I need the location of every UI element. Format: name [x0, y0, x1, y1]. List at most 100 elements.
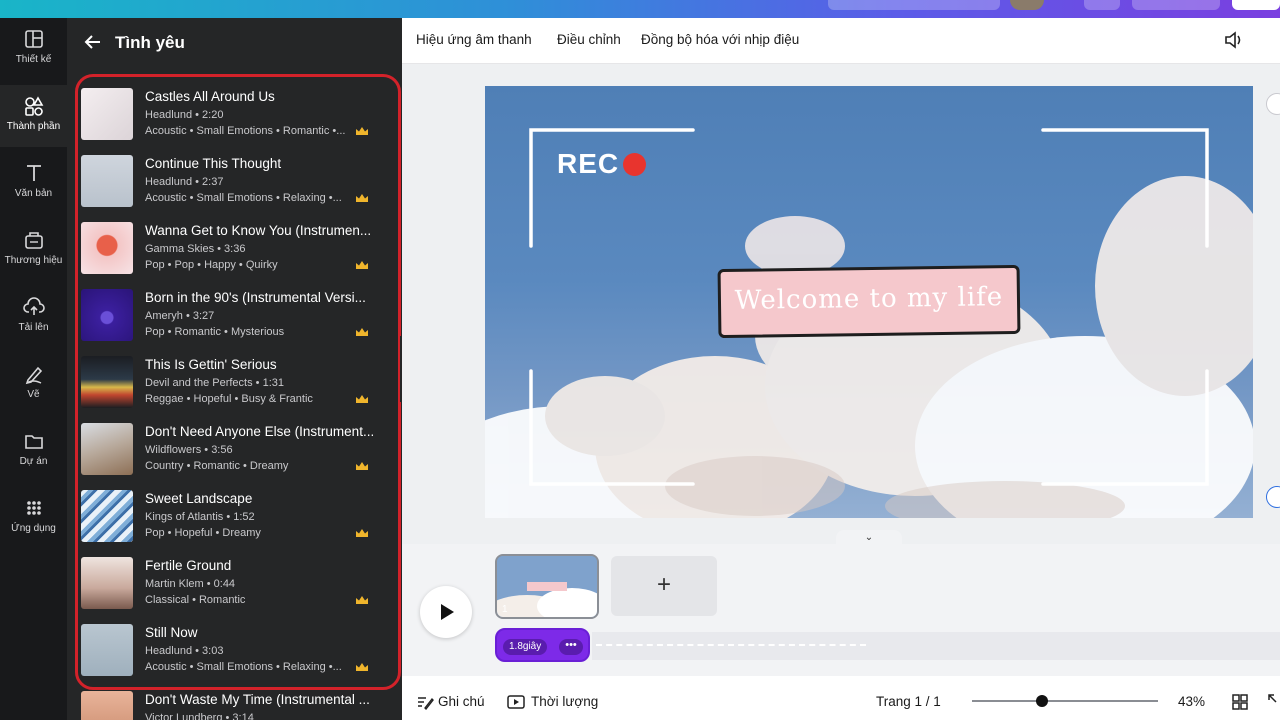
rail-item-label: Dự án — [19, 456, 48, 467]
track-title: Don't Need Anyone Else (Instrument... — [145, 424, 375, 439]
play-button[interactable] — [420, 586, 472, 638]
crown-icon — [356, 462, 368, 470]
track-tags: Pop • Romantic • Mysterious — [145, 326, 285, 338]
track-meta: Headlund • 2:37 — [145, 176, 224, 188]
timeline-clip[interactable]: 1 — [495, 554, 599, 619]
track-thumbnail — [81, 289, 133, 341]
rail-item-draw[interactable]: Vẽ — [0, 353, 67, 415]
fullscreen-icon[interactable] — [1268, 694, 1280, 710]
track-tags: Acoustic • Small Emotions • Relaxing •..… — [145, 192, 342, 204]
crown-icon — [356, 127, 368, 135]
track-item[interactable]: Don't Need Anyone Else (Instrument... Wi… — [81, 423, 391, 479]
rail-item-label: Vẽ — [27, 389, 40, 400]
apps-icon — [26, 501, 41, 515]
notes-icon — [418, 697, 434, 710]
crown-icon — [356, 596, 368, 604]
zoom-slider[interactable] — [972, 700, 1158, 702]
crown-icon — [356, 395, 368, 403]
track-meta: Martin Klem • 0:44 — [145, 578, 236, 590]
audio-effects-button[interactable]: Hiệu ứng âm thanh — [416, 32, 532, 47]
page-indicator[interactable]: Trang 1 / 1 — [876, 694, 941, 709]
design-canvas[interactable]: REC Welcome to my life — [485, 86, 1253, 518]
track-item[interactable]: Don't Waste My Time (Instrumental ... Vi… — [81, 691, 391, 720]
track-meta: Victor Lundberg • 3:14 — [145, 712, 254, 720]
layout-icon — [24, 30, 43, 48]
folder-icon — [24, 435, 43, 449]
track-thumbnail — [81, 423, 133, 475]
track-item[interactable]: Wanna Get to Know You (Instrumen... Gamm… — [81, 222, 391, 278]
audio-track[interactable]: 1.8giây ••• — [495, 628, 590, 662]
track-tags: Pop • Hopeful • Dreamy — [145, 527, 261, 539]
track-item[interactable]: Sweet Landscape Kings of Atlantis • 1:52… — [81, 490, 391, 546]
track-item[interactable]: Still Now Headlund • 3:03 Acoustic • Sma… — [81, 624, 391, 680]
rec-label: REC — [557, 148, 620, 179]
rail-item-label: Ứng dụng — [11, 523, 56, 534]
draw-icon — [25, 366, 42, 385]
track-title: Don't Waste My Time (Instrumental ... — [145, 692, 370, 707]
rail-item-projects[interactable]: Dự án — [0, 420, 67, 482]
zoom-percent[interactable]: 43% — [1178, 694, 1205, 709]
back-arrow-icon[interactable] — [83, 32, 103, 52]
rail-item-elements[interactable]: Thành phần — [0, 85, 67, 147]
clip-number: 1 — [502, 604, 508, 615]
add-clip-button[interactable]: + — [611, 556, 717, 616]
crown-icon — [356, 261, 368, 269]
notes-button[interactable]: Ghi chú — [438, 694, 485, 709]
track-title: Wanna Get to Know You (Instrumen... — [145, 223, 372, 238]
track-meta: Wildflowers • 3:56 — [145, 444, 233, 456]
grid-view-icon[interactable] — [1232, 694, 1248, 710]
text-icon — [26, 165, 41, 181]
track-thumbnail — [81, 691, 133, 720]
share-button[interactable] — [1232, 0, 1280, 10]
track-item[interactable]: Born in the 90's (Instrumental Versi... … — [81, 289, 391, 345]
audio-panel: Tình yêu Castles All Around Us Headlund … — [67, 18, 402, 720]
beat-sync-button[interactable]: Đồng bộ hóa với nhịp điệu — [641, 32, 799, 47]
adjust-button[interactable]: Điều chỉnh — [557, 32, 621, 47]
welcome-banner[interactable]: Welcome to my life — [717, 264, 1021, 339]
top-bar-control[interactable] — [1132, 0, 1220, 10]
track-item[interactable]: Continue This Thought Headlund • 2:37 Ac… — [81, 155, 391, 211]
rail-item-design[interactable]: Thiết kế — [0, 18, 67, 80]
left-rail: Thiết kế Thành phần Văn bản Thương hiệu … — [0, 18, 67, 720]
rail-item-label: Văn bản — [14, 188, 53, 199]
play-icon — [441, 604, 454, 620]
elements-icon — [24, 96, 43, 116]
track-thumbnail — [81, 155, 133, 207]
track-title: Sweet Landscape — [145, 491, 253, 506]
rail-item-brand[interactable]: Thương hiệu — [0, 219, 67, 281]
audio-more-button[interactable]: ••• — [559, 639, 583, 655]
crown-icon — [356, 194, 368, 202]
track-meta: Gamma Skies • 3:36 — [145, 243, 246, 255]
track-item[interactable]: Fertile Ground Martin Klem • 0:44 Classi… — [81, 557, 391, 613]
track-meta: Ameryh • 3:27 — [145, 310, 215, 322]
zoom-slider-handle[interactable] — [1036, 695, 1048, 707]
track-title: Castles All Around Us — [145, 89, 275, 104]
track-item[interactable]: This Is Gettin' Serious Devil and the Pe… — [81, 356, 391, 412]
footer-bar: Ghi chú Thời lượng Trang 1 / 1 43% — [402, 676, 1280, 720]
rail-item-text[interactable]: Văn bản — [0, 152, 67, 214]
panel-header: Tình yêu — [67, 18, 402, 70]
rail-item-apps[interactable]: Ứng dụng — [0, 487, 67, 549]
track-title: Born in the 90's (Instrumental Versi... — [145, 290, 366, 305]
track-tags: Country • Romantic • Dreamy — [145, 460, 289, 472]
track-meta: Kings of Atlantis • 1:52 — [145, 511, 255, 523]
track-thumbnail — [81, 557, 133, 609]
audio-waveform — [592, 632, 1280, 660]
duration-icon — [507, 695, 525, 709]
rail-item-label: Thương hiệu — [4, 255, 63, 266]
clip-thumbnail — [497, 556, 597, 617]
rail-item-upload[interactable]: Tải lên — [0, 286, 67, 348]
track-tags: Acoustic • Small Emotions • Romantic •..… — [145, 125, 346, 137]
duration-button[interactable]: Thời lượng — [531, 694, 598, 709]
top-bar-control[interactable] — [1084, 0, 1120, 10]
rail-item-label: Thiết kế — [15, 54, 52, 65]
upload-icon — [22, 297, 45, 315]
crown-icon — [356, 328, 368, 336]
track-thumbnail — [81, 356, 133, 408]
track-meta: Devil and the Perfects • 1:31 — [145, 377, 284, 389]
top-bar-control[interactable] — [828, 0, 1000, 10]
top-bar — [0, 0, 1280, 18]
track-item[interactable]: Castles All Around Us Headlund • 2:20 Ac… — [81, 88, 391, 144]
avatar[interactable] — [1010, 0, 1044, 10]
volume-icon[interactable] — [1224, 31, 1244, 49]
